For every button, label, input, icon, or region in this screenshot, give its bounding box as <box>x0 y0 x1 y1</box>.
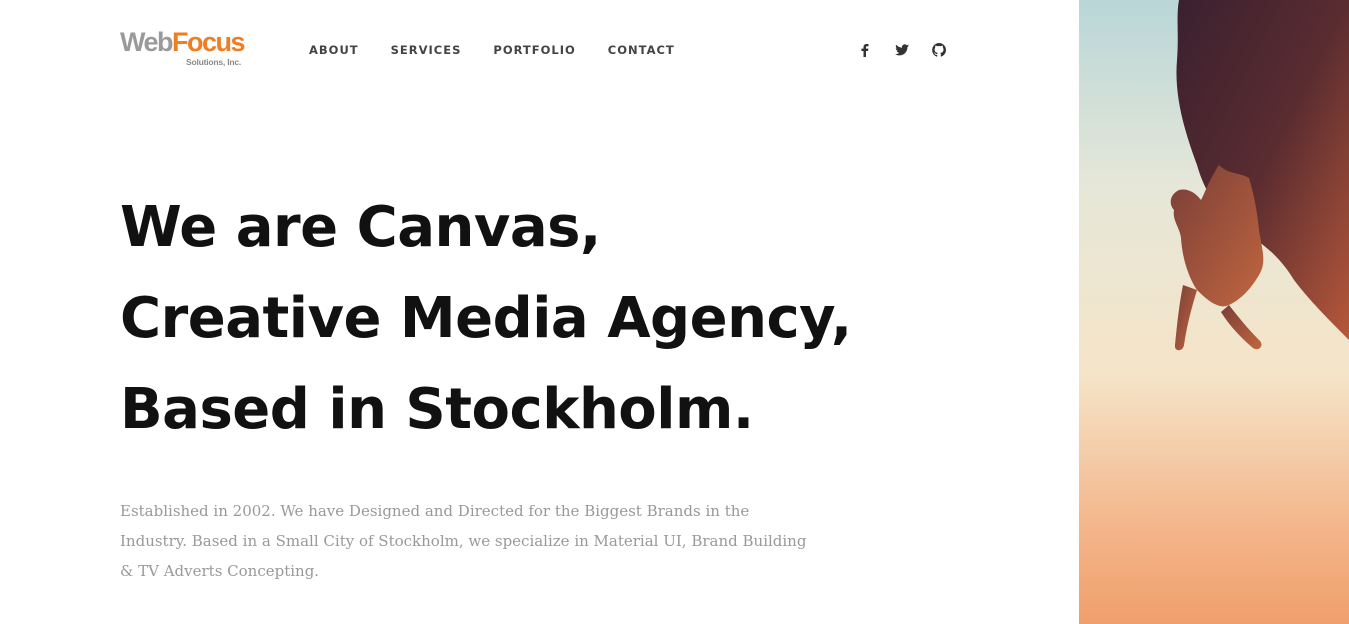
logo-subtitle: Solutions, Inc. <box>186 57 242 67</box>
hero-description: Established in 2002. We have Designed an… <box>120 502 807 580</box>
nav-item-portfolio[interactable]: PORTFOLIO <box>493 43 575 57</box>
hero-line-1: We are Canvas, <box>120 195 601 260</box>
brand-logo[interactable]: WebFocus Solutions, Inc. <box>120 27 250 71</box>
main-nav: ABOUT SERVICES PORTFOLIO CONTACT <box>309 43 707 57</box>
nav-item-contact[interactable]: CONTACT <box>608 43 675 57</box>
logo-web-text: Web <box>120 27 174 57</box>
hero-climber-image <box>1079 0 1349 624</box>
facebook-icon[interactable] <box>855 40 875 60</box>
social-links <box>855 40 949 60</box>
climber-photo <box>1079 0 1349 624</box>
hero-line-3: Based in Stockholm. <box>120 377 754 442</box>
logo-wordmark: WebFocus <box>120 27 246 57</box>
hero-headline: We are Canvas, Creative Media Agency, Ba… <box>120 182 852 455</box>
logo-focus-text: Focus <box>172 27 246 57</box>
github-icon[interactable] <box>929 40 949 60</box>
nav-item-services[interactable]: SERVICES <box>391 43 462 57</box>
hero-line-2: Creative Media Agency, <box>120 286 852 351</box>
nav-item-about[interactable]: ABOUT <box>309 43 359 57</box>
twitter-icon[interactable] <box>892 40 912 60</box>
